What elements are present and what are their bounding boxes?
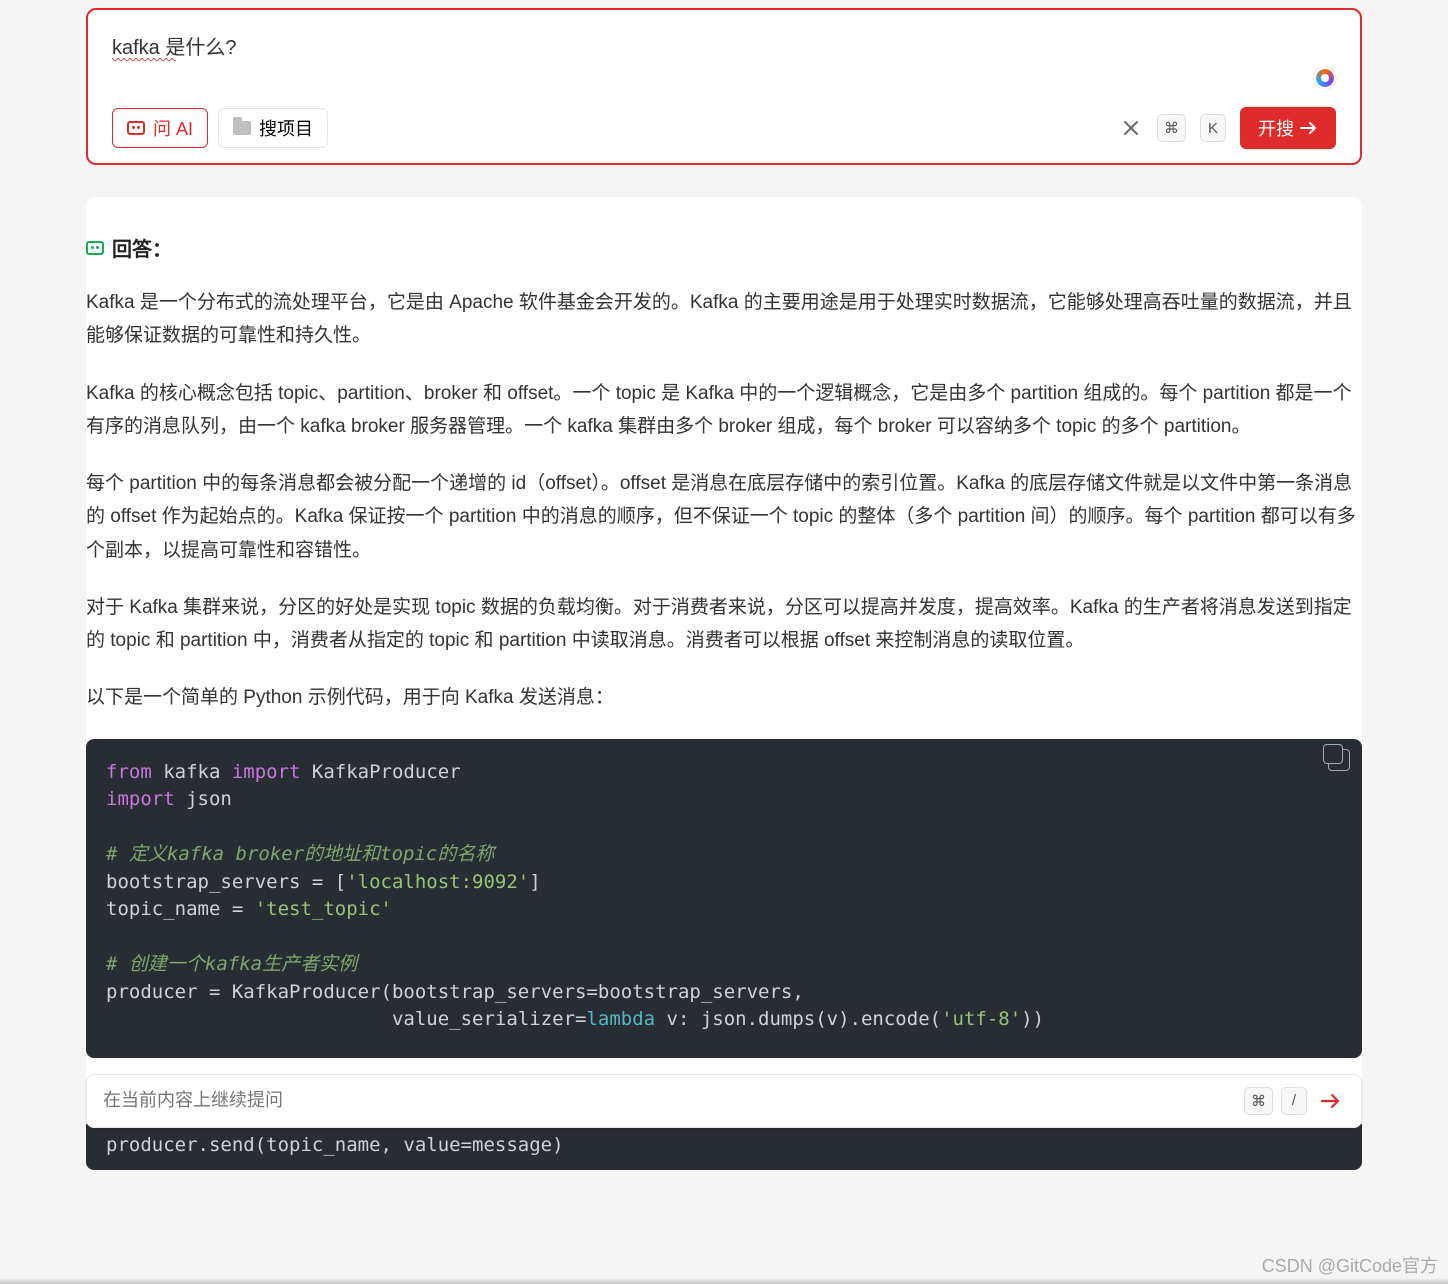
answer-paragraph: 以下是一个简单的 Python 示例代码，用于向 Kafka 发送消息： xyxy=(86,681,1362,714)
answer-title: 回答： xyxy=(86,233,1362,262)
answer-paragraph: Kafka 是一个分布式的流处理平台，它是由 Apache 软件基金会开发的。K… xyxy=(86,286,1362,353)
shortcut-cmd-key: ⌘ xyxy=(1157,114,1186,142)
code-overflow: producer.send(topic_name, value=message) xyxy=(86,1124,1362,1170)
search-input[interactable] xyxy=(112,32,1336,61)
copy-code-button[interactable] xyxy=(1328,749,1350,771)
answer-paragraph: 对于 Kafka 集群来说，分区的好处是实现 topic 数据的负载均衡。对于消… xyxy=(86,591,1362,658)
search-mode-group: 问 AI 搜项目 xyxy=(112,108,328,148)
search-project-label: 搜项目 xyxy=(259,115,313,141)
answer-paragraph: Kafka 的核心概念包括 topic、partition、broker 和 o… xyxy=(86,377,1362,444)
robot-icon xyxy=(86,241,104,255)
shortcut-slash-key: / xyxy=(1281,1087,1307,1115)
answer-section: 回答： Kafka 是一个分布式的流处理平台，它是由 Apache 软件基金会开… xyxy=(86,233,1362,1170)
followup-bar: ⌘ / xyxy=(86,1074,1362,1128)
search-submit-button[interactable]: 开搜 xyxy=(1240,107,1336,149)
folder-icon xyxy=(233,121,251,135)
search-submit-label: 开搜 xyxy=(1258,115,1294,141)
ask-ai-button[interactable]: 问 AI xyxy=(112,108,208,148)
arrow-right-icon xyxy=(1300,121,1318,135)
answer-title-text: 回答： xyxy=(112,233,172,262)
search-card: 问 AI 搜项目 ⌘ K 开搜 xyxy=(86,8,1362,165)
spellcheck-underline xyxy=(112,58,176,61)
ask-ai-label: 问 AI xyxy=(153,115,193,141)
clear-button[interactable] xyxy=(1119,116,1143,140)
bottom-shadow xyxy=(0,1278,1448,1284)
code-block: from kafka import KafkaProducer import j… xyxy=(86,739,1362,1058)
watermark: CSDN @GitCode官方 xyxy=(1262,1252,1438,1278)
robot-icon xyxy=(127,121,145,135)
code-content: from kafka import KafkaProducer import j… xyxy=(106,759,1342,1034)
followup-input[interactable] xyxy=(103,1090,1236,1111)
answer-paragraph: 每个 partition 中的每条消息都会被分配一个递增的 id（offset）… xyxy=(86,467,1362,567)
shortcut-k-key: K xyxy=(1200,114,1226,142)
search-project-button[interactable]: 搜项目 xyxy=(218,108,328,148)
followup-send-button[interactable] xyxy=(1317,1087,1345,1115)
ai-avatar-icon xyxy=(1314,67,1336,89)
shortcut-cmd-key: ⌘ xyxy=(1244,1087,1273,1115)
